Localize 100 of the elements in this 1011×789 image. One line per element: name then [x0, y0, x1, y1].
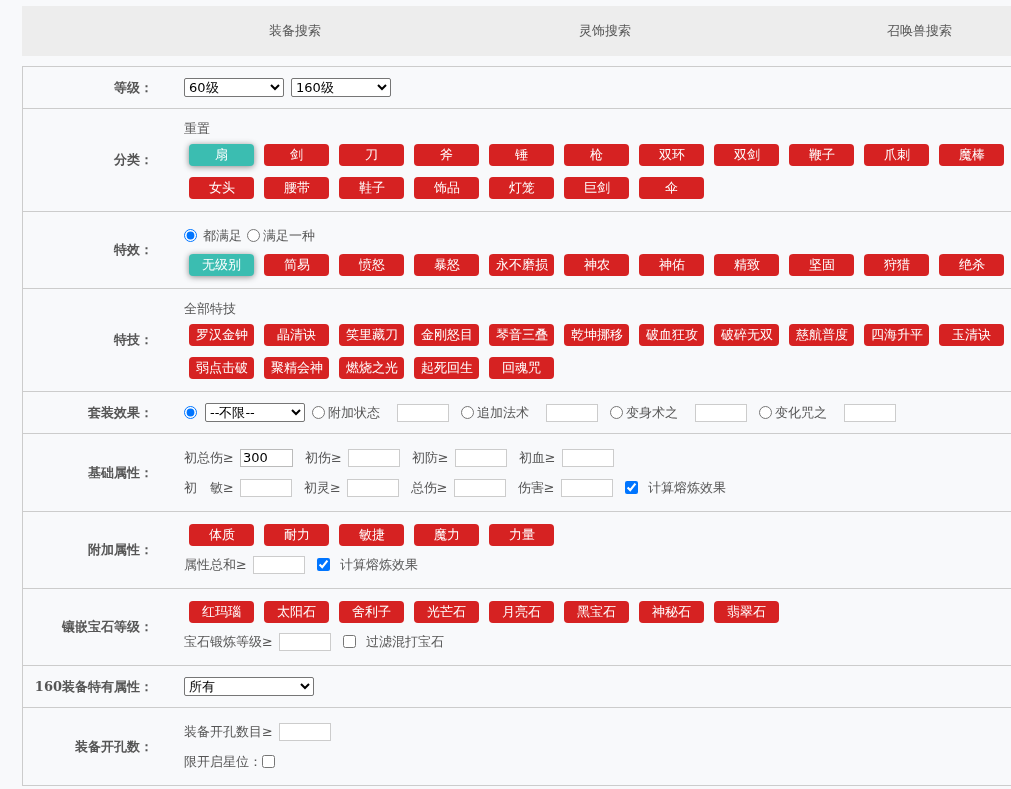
option-button[interactable]: 剑	[264, 144, 329, 166]
option-button[interactable]: 简易	[264, 254, 329, 276]
option-button[interactable]: 琴音三叠	[489, 324, 554, 346]
option-button[interactable]: 聚精会神	[264, 357, 329, 379]
radio-button[interactable]	[610, 406, 623, 419]
checkbox[interactable]	[316, 558, 330, 571]
input-field[interactable]	[454, 448, 507, 467]
checkbox-label: 计算熔炼效果	[339, 555, 418, 574]
input-field[interactable]	[397, 403, 449, 422]
input-field[interactable]	[453, 478, 506, 497]
option-button[interactable]: 金刚怒目	[414, 324, 479, 346]
radio-button[interactable]	[184, 406, 197, 419]
option-button[interactable]: 耐力	[264, 524, 329, 546]
option-button[interactable]: 体质	[189, 524, 254, 546]
input-field[interactable]	[278, 632, 331, 651]
option-button[interactable]: 鞭子	[789, 144, 854, 166]
option-button[interactable]: 敏捷	[339, 524, 404, 546]
option-button[interactable]: 绝杀	[939, 254, 1004, 276]
option-button[interactable]: 乾坤挪移	[564, 324, 629, 346]
option-button[interactable]: 神佑	[639, 254, 704, 276]
option-button[interactable]: 神农	[564, 254, 629, 276]
option-button[interactable]: 双剑	[714, 144, 779, 166]
row-label: 特效：	[114, 241, 153, 259]
reset-link[interactable]: 重置	[184, 121, 210, 136]
option-button[interactable]: 破碎无双	[714, 324, 779, 346]
option-button[interactable]: 光芒石	[414, 601, 479, 623]
option-button[interactable]: 回魂咒	[489, 357, 554, 379]
checkbox[interactable]	[262, 755, 275, 768]
dropdown[interactable]: 所有	[184, 677, 314, 696]
option-button[interactable]: 四海升平	[864, 324, 929, 346]
input-field[interactable]	[561, 448, 614, 467]
radio-label: 变化咒之	[775, 403, 827, 422]
option-button[interactable]: 刀	[339, 144, 404, 166]
input-field[interactable]	[347, 448, 400, 467]
option-button[interactable]: 愤怒	[339, 254, 404, 276]
option-button[interactable]: 魔棒	[939, 144, 1004, 166]
option-button[interactable]: 起死回生	[414, 357, 479, 379]
radio-button[interactable]	[759, 406, 772, 419]
option-button[interactable]: 女头	[189, 177, 254, 199]
option-button[interactable]: 巨剑	[564, 177, 629, 199]
input-field[interactable]	[278, 722, 331, 741]
input-field[interactable]	[252, 555, 305, 574]
option-button[interactable]: 伞	[639, 177, 704, 199]
option-button[interactable]: 狩猎	[864, 254, 929, 276]
radio-button[interactable]	[184, 229, 197, 242]
input-field[interactable]	[546, 403, 598, 422]
radio-button[interactable]	[247, 229, 260, 242]
option-button[interactable]: 弱点击破	[189, 357, 254, 379]
checkbox[interactable]	[624, 481, 638, 494]
option-button[interactable]: 玉清诀	[939, 324, 1004, 346]
option-button[interactable]: 神秘石	[639, 601, 704, 623]
search-tab[interactable]: 召唤兽搜索	[887, 22, 952, 40]
input-field[interactable]	[695, 403, 747, 422]
option-button[interactable]: 慈航普度	[789, 324, 854, 346]
row-label: 镶嵌宝石等级：	[62, 618, 153, 636]
field-label: 伤害≥	[517, 478, 555, 497]
checkbox[interactable]	[342, 635, 356, 648]
radio-button[interactable]	[312, 406, 325, 419]
option-button[interactable]: 晶清诀	[264, 324, 329, 346]
search-tab[interactable]: 灵饰搜索	[579, 22, 631, 40]
option-button[interactable]: 鞋子	[339, 177, 404, 199]
dropdown[interactable]: --不限--	[205, 403, 305, 422]
option-button[interactable]: 舍利子	[339, 601, 404, 623]
option-button[interactable]: 笑里藏刀	[339, 324, 404, 346]
option-button[interactable]: 月亮石	[489, 601, 554, 623]
input-field[interactable]	[844, 403, 896, 422]
option-button[interactable]: 饰品	[414, 177, 479, 199]
option-button[interactable]: 黑宝石	[564, 601, 629, 623]
number-field[interactable]: 300	[239, 448, 293, 467]
search-tab[interactable]: 装备搜索	[269, 22, 321, 40]
option-button[interactable]: 枪	[564, 144, 629, 166]
field-label: 初血≥	[518, 448, 556, 467]
radio-label: 追加法术	[477, 403, 529, 422]
option-button[interactable]: 翡翠石	[714, 601, 779, 623]
option-button[interactable]: 腰带	[264, 177, 329, 199]
option-button[interactable]: 力量	[489, 524, 554, 546]
option-button[interactable]: 破血狂攻	[639, 324, 704, 346]
option-button[interactable]: 太阳石	[264, 601, 329, 623]
field-label: 装备开孔数目≥	[184, 722, 273, 741]
checkbox-label: 过滤混打宝石	[365, 632, 444, 651]
input-field[interactable]	[346, 478, 399, 497]
option-button[interactable]: 斧	[414, 144, 479, 166]
option-button[interactable]: 魔力	[414, 524, 479, 546]
option-button[interactable]: 双环	[639, 144, 704, 166]
option-button[interactable]: 永不磨损	[489, 254, 554, 276]
option-button[interactable]: 罗汉金钟	[189, 324, 254, 346]
option-button[interactable]: 爪刺	[864, 144, 929, 166]
option-button[interactable]: 灯笼	[489, 177, 554, 199]
input-field[interactable]	[560, 478, 613, 497]
dropdown[interactable]: 60级	[184, 78, 284, 97]
option-button[interactable]: 燃烧之光	[339, 357, 404, 379]
option-button[interactable]: 锤	[489, 144, 554, 166]
option-button[interactable]: 坚固	[789, 254, 854, 276]
option-button[interactable]: 精致	[714, 254, 779, 276]
option-button[interactable]: 暴怒	[414, 254, 479, 276]
dropdown[interactable]: 160级	[291, 78, 391, 97]
radio-button[interactable]	[461, 406, 474, 419]
reset-link[interactable]: 全部特技	[184, 301, 236, 316]
input-field[interactable]	[239, 478, 292, 497]
option-button[interactable]: 红玛瑙	[189, 601, 254, 623]
